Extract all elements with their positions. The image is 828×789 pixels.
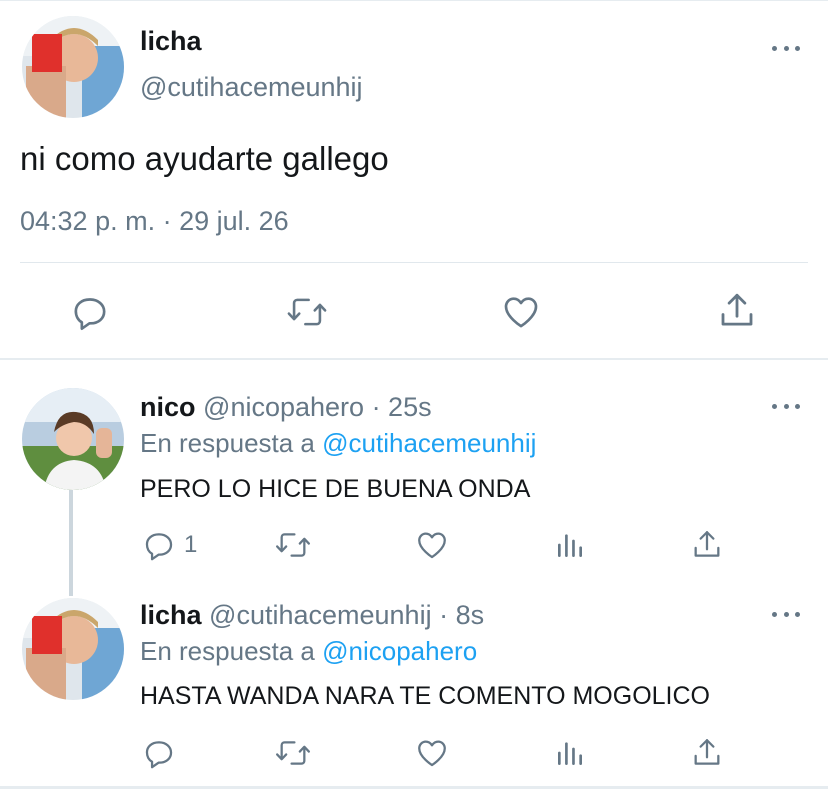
- mention-link[interactable]: @nicopahero: [322, 636, 477, 666]
- reply-icon: [74, 298, 106, 330]
- reply-header: licha @cutihacemeunhij · 8s: [140, 600, 484, 631]
- section-divider: [0, 358, 828, 360]
- reply-header: nico @nicopahero · 25s: [140, 392, 432, 423]
- author-name[interactable]: licha: [140, 26, 202, 57]
- like-button[interactable]: [414, 528, 450, 562]
- share-icon: [721, 293, 753, 326]
- share-button[interactable]: [716, 290, 758, 332]
- main-tweet: licha @cutihacemeunhij ni como ayudarte …: [0, 0, 828, 358]
- analytics-button[interactable]: [554, 528, 586, 562]
- avatar-image: [22, 598, 124, 700]
- more-options-icon[interactable]: [770, 396, 802, 416]
- thread-line: [69, 490, 73, 596]
- replying-to: En respuesta a @cutihacemeunhij: [140, 428, 536, 459]
- avatar[interactable]: [22, 388, 124, 490]
- like-button[interactable]: [414, 736, 450, 770]
- reply-count: 1: [184, 531, 198, 558]
- analytics-button[interactable]: [554, 736, 586, 770]
- author-handle[interactable]: @cutihacemeunhij: [140, 72, 363, 103]
- analytics-icon: [558, 742, 582, 765]
- share-icon: [694, 531, 720, 557]
- retweet-icon: [276, 741, 310, 765]
- author-name[interactable]: nico: [140, 392, 196, 422]
- divider: [20, 262, 808, 263]
- author-name[interactable]: licha: [140, 600, 202, 630]
- analytics-icon: [558, 534, 582, 557]
- reply-button[interactable]: 1: [142, 528, 197, 562]
- author-handle[interactable]: @cutihacemeunhij: [209, 600, 432, 630]
- replying-to-label: En respuesta a: [140, 428, 315, 458]
- tweet-text: ni como ayudarte gallego: [20, 140, 389, 177]
- like-icon: [418, 532, 446, 559]
- more-options-icon[interactable]: [770, 38, 802, 58]
- avatar-image: [22, 16, 124, 118]
- reply-time[interactable]: · 8s: [439, 600, 484, 630]
- mention-link[interactable]: @cutihacemeunhij: [322, 428, 536, 458]
- share-button[interactable]: [690, 736, 724, 770]
- reply-icon: [145, 741, 173, 769]
- like-icon: [418, 740, 446, 767]
- tweet-text: HASTA WANDA NARA TE COMENTO MOGOLICO: [140, 682, 710, 710]
- author-handle[interactable]: @nicopahero: [203, 392, 364, 422]
- share-button[interactable]: [690, 528, 724, 562]
- tweet-timestamp[interactable]: 04:32 p. m. · 29 jul. 26: [20, 206, 289, 237]
- share-icon: [694, 739, 720, 765]
- replying-to: En respuesta a @nicopahero: [140, 636, 477, 667]
- retweet-icon: [276, 533, 310, 557]
- avatar-image: [22, 388, 124, 490]
- retweet-button[interactable]: [274, 736, 312, 770]
- reply-button[interactable]: [70, 292, 110, 332]
- like-button[interactable]: [500, 292, 542, 332]
- tweet-text: PERO LO HICE DE BUENA ONDA: [140, 475, 531, 503]
- retweet-button[interactable]: [286, 292, 328, 332]
- retweet-icon: [287, 298, 327, 326]
- avatar[interactable]: [22, 598, 124, 700]
- like-icon: [504, 297, 538, 328]
- reply-button[interactable]: [142, 736, 184, 770]
- replying-to-label: En respuesta a: [140, 636, 315, 666]
- reply-icon: [145, 533, 173, 561]
- retweet-button[interactable]: [274, 528, 312, 562]
- more-options-icon[interactable]: [770, 604, 802, 624]
- reply-time[interactable]: · 25s: [372, 392, 432, 422]
- avatar[interactable]: [22, 16, 124, 118]
